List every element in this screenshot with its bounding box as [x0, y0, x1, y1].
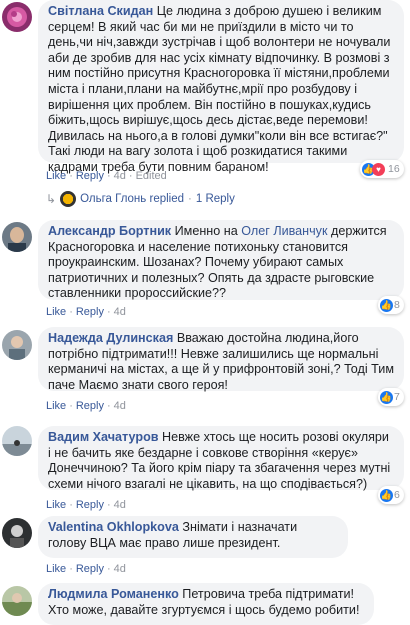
reply-link[interactable]: Reply [76, 306, 104, 318]
reply-link[interactable]: Reply [76, 499, 104, 511]
comment-bubble: Людмила Романенко Петровича треба підтри… [38, 583, 374, 625]
reaction-summary[interactable]: 👍 7 [378, 388, 404, 406]
comment-bubble: Світлана Скидан Це людина з доброю душею… [38, 0, 404, 174]
comment-author[interactable]: Александр Бортник [48, 224, 171, 238]
comment-time[interactable]: 4d [114, 306, 126, 318]
separator: · [128, 170, 133, 182]
mention-link[interactable]: Олег Ливанчук [241, 224, 327, 238]
reaction-summary[interactable]: 👍 ♥ 16 [360, 160, 404, 178]
avatar[interactable] [2, 222, 32, 252]
replies-link[interactable]: ↳ Ольга Глонь replied · 1 Reply [46, 191, 235, 207]
separator: · [69, 499, 73, 511]
reply-count: 1 Reply [195, 193, 235, 205]
like-icon: 👍 [380, 488, 393, 502]
edited-label[interactable]: Edited [136, 170, 167, 182]
comment-bubble: Вадим Хачатуров Невже хтось ще носить ро… [38, 426, 404, 491]
like-link[interactable]: Like [46, 499, 66, 511]
avatar[interactable] [2, 330, 32, 360]
like-link[interactable]: Like [46, 563, 66, 575]
separator: · [69, 563, 73, 575]
reply-author: Ольга Глонь [80, 193, 147, 205]
reply-avatar [60, 191, 77, 207]
comment-actions: Like · Reply · 4d [46, 306, 126, 318]
comment-author[interactable]: Надежда Дулинская [48, 331, 173, 345]
separator: · [106, 563, 111, 575]
reaction-count: 8 [394, 299, 400, 311]
comment-text: Именно на [174, 224, 238, 238]
avatar[interactable] [2, 518, 32, 548]
separator: · [106, 170, 111, 182]
separator: · [106, 400, 111, 412]
separator: · [69, 170, 73, 182]
comment-time[interactable]: 4d [114, 499, 126, 511]
reaction-summary[interactable]: 👍 6 [378, 486, 404, 504]
separator: · [106, 499, 111, 511]
separator: · [106, 306, 111, 318]
replied-label: replied [149, 193, 185, 205]
like-icon: 👍 [380, 298, 393, 312]
reply-link[interactable]: Reply [76, 170, 104, 182]
reaction-count: 6 [394, 489, 400, 501]
comment-time[interactable]: 4d [114, 170, 126, 182]
comment-time[interactable]: 4d [114, 400, 126, 412]
love-icon: ♥ [372, 162, 385, 176]
like-icon: 👍 [380, 390, 393, 404]
avatar[interactable] [2, 586, 32, 616]
like-link[interactable]: Like [46, 170, 66, 182]
comment-actions: Like · Reply · 4d [46, 563, 126, 575]
reaction-count: 7 [394, 391, 400, 403]
comment-bubble: Александр Бортник Именно на Олег Ливанчу… [38, 220, 404, 300]
comment-bubble: Valentina Okhlopkova Знімати і назначати… [38, 516, 348, 558]
comment-author[interactable]: Вадим Хачатуров [48, 430, 159, 444]
reaction-summary[interactable]: 👍 8 [378, 296, 404, 314]
comment-actions: Like · Reply · 4d [46, 400, 126, 412]
comment-actions: Like · Reply · 4d [46, 499, 126, 511]
comment-time[interactable]: 4d [114, 563, 126, 575]
separator: · [69, 400, 73, 412]
avatar[interactable] [2, 2, 32, 32]
like-link[interactable]: Like [46, 400, 66, 412]
comment-text: Це людина з доброю душею і великим серце… [48, 4, 391, 174]
avatar[interactable] [2, 426, 32, 456]
reply-link[interactable]: Reply [76, 563, 104, 575]
reply-arrow-icon: ↳ [46, 192, 57, 206]
comments-thread: Світлана Скидан Це людина з доброю душею… [0, 0, 410, 625]
comment-actions: Like · Reply · 4d · Edited [46, 170, 167, 182]
comment-author[interactable]: Людмила Романенко [48, 587, 179, 601]
comment-author[interactable]: Valentina Okhlopkova [48, 520, 179, 534]
reply-link[interactable]: Reply [76, 400, 104, 412]
reaction-count: 16 [388, 163, 400, 175]
like-link[interactable]: Like [46, 306, 66, 318]
comment-bubble: Надежда Дулинская Вважаю достойна людина… [38, 327, 404, 392]
separator: · [69, 306, 73, 318]
comment-author[interactable]: Світлана Скидан [48, 4, 153, 18]
separator: · [188, 193, 192, 205]
